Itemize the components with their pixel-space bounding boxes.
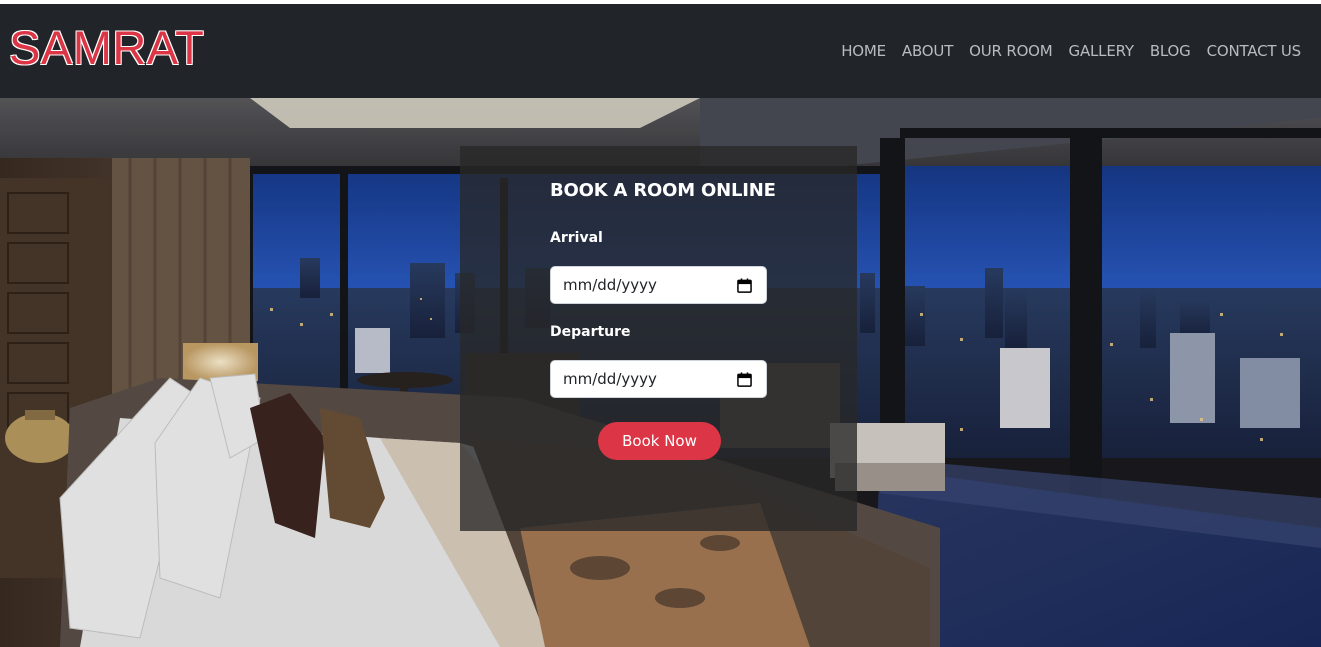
brand-logo[interactable]: SAMRAT: [9, 21, 204, 75]
nav-gallery[interactable]: GALLERY: [1069, 40, 1135, 62]
arrival-date-input[interactable]: mm/dd/yyyy: [550, 266, 767, 304]
arrival-date-value: mm/dd/yyyy: [563, 276, 657, 294]
nav-home[interactable]: HOME: [841, 40, 886, 62]
nav-contact-us[interactable]: CONTACT US: [1207, 40, 1302, 62]
arrival-label: Arrival: [550, 230, 603, 246]
booking-form: BOOK A ROOM ONLINE Arrival mm/dd/yyyy De…: [460, 146, 857, 531]
departure-label: Departure: [550, 324, 631, 340]
page: SAMRAT HOME ABOUT OUR ROOM GALLERY BLOG …: [0, 0, 1321, 647]
nav-our-room[interactable]: OUR ROOM: [969, 40, 1053, 62]
nav-blog[interactable]: BLOG: [1150, 40, 1191, 62]
nav-about[interactable]: ABOUT: [902, 40, 953, 62]
book-now-button[interactable]: Book Now: [598, 422, 721, 460]
navbar: SAMRAT HOME ABOUT OUR ROOM GALLERY BLOG …: [0, 4, 1321, 98]
departure-date-input[interactable]: mm/dd/yyyy: [550, 360, 767, 398]
booking-title: BOOK A ROOM ONLINE: [550, 180, 776, 201]
main-nav: HOME ABOUT OUR ROOM GALLERY BLOG CONTACT…: [841, 40, 1301, 62]
calendar-icon[interactable]: [737, 278, 752, 293]
departure-date-value: mm/dd/yyyy: [563, 370, 657, 388]
calendar-icon[interactable]: [737, 372, 752, 387]
